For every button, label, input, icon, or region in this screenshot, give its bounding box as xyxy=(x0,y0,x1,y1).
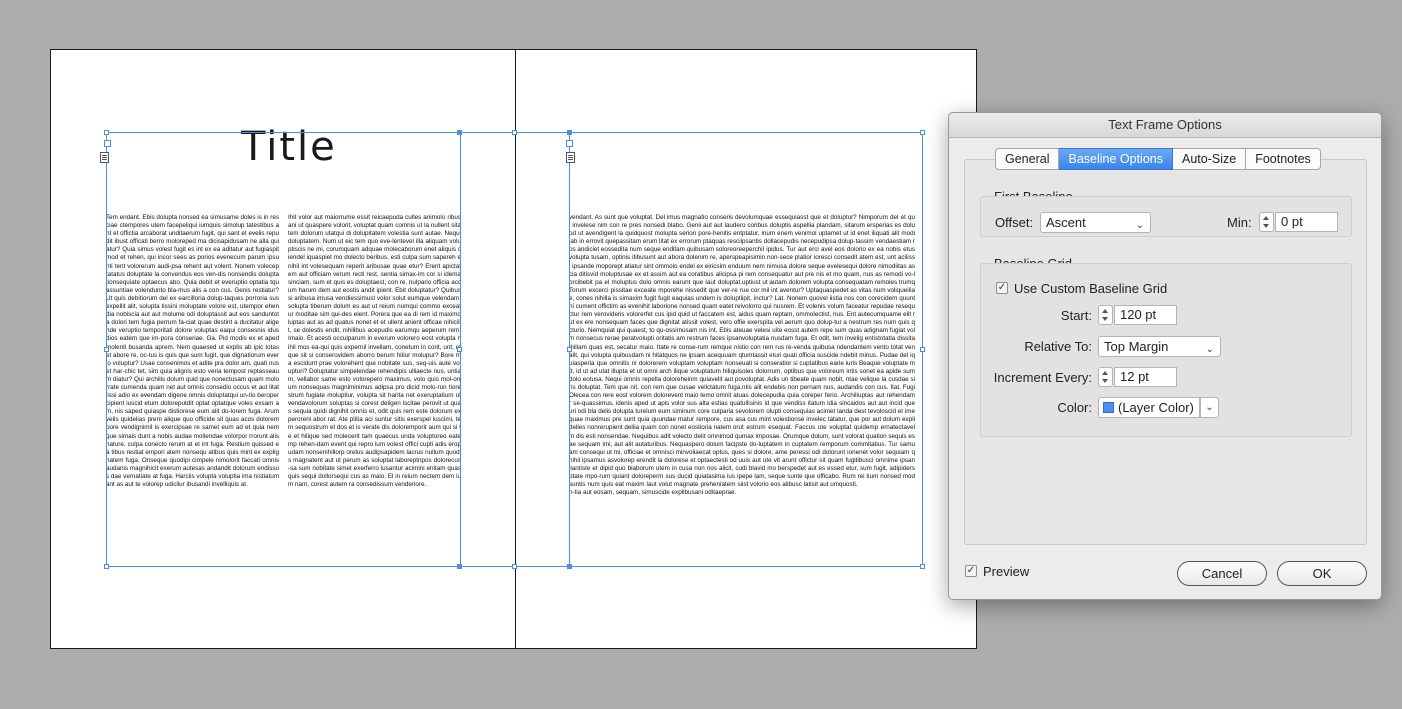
text-frame-options-dialog: Text Frame Options First Baseline Offset… xyxy=(948,112,1382,600)
dialog-title: Text Frame Options xyxy=(949,113,1381,138)
start-field[interactable]: 120 pt xyxy=(1114,305,1177,325)
color-select[interactable]: (Layer Color) xyxy=(1098,397,1200,418)
ok-button[interactable]: OK xyxy=(1277,561,1367,586)
preview-label[interactable]: Preview xyxy=(983,564,1029,579)
offset-value: Ascent xyxy=(1046,215,1086,230)
start-label: Start: xyxy=(1060,308,1092,323)
start-stepper[interactable] xyxy=(1098,305,1113,325)
tab-footnotes[interactable]: Footnotes xyxy=(1246,148,1321,170)
frame-handle-left[interactable] xyxy=(104,347,109,352)
frame-handle-bottom[interactable] xyxy=(567,564,572,569)
frame-handle-top[interactable] xyxy=(457,130,462,135)
min-field[interactable]: 0 pt xyxy=(1275,212,1338,232)
in-port-icon[interactable] xyxy=(104,140,111,147)
threaded-text-icon xyxy=(566,152,575,163)
frame-handle-bottom-right[interactable] xyxy=(920,564,925,569)
chevron-down-icon: ⌄ xyxy=(1135,220,1144,231)
increment-every-label: Increment Every: xyxy=(993,370,1092,385)
increment-stepper[interactable] xyxy=(1098,367,1113,387)
frame-handle-right[interactable] xyxy=(920,347,925,352)
offset-label: Offset: xyxy=(995,215,1034,230)
text-frame-selection[interactable] xyxy=(106,132,923,567)
color-value: (Layer Color) xyxy=(1118,400,1194,415)
frame-handle-bottom-left[interactable] xyxy=(104,564,109,569)
frame-handle-top[interactable] xyxy=(567,130,572,135)
tab-auto-size[interactable]: Auto-Size xyxy=(1173,148,1247,170)
offset-select[interactable]: Ascent ⌄ xyxy=(1040,212,1151,233)
cancel-button[interactable]: Cancel xyxy=(1177,561,1267,586)
threaded-text-icon xyxy=(100,152,109,163)
use-custom-baseline-grid-checkbox[interactable]: ✓ xyxy=(996,282,1008,294)
dialog-tabs: General Baseline Options Auto-Size Footn… xyxy=(995,148,1321,170)
frame-handle-mid[interactable] xyxy=(567,347,572,352)
color-label: Color: xyxy=(1057,400,1092,415)
use-custom-baseline-grid-label[interactable]: Use Custom Baseline Grid xyxy=(1014,281,1167,296)
min-label: Min: xyxy=(1227,215,1252,230)
chevron-down-icon[interactable]: ⌄ xyxy=(1200,397,1219,418)
document-spread: Title Tem endant. Ebis dolupta nonsed ea… xyxy=(50,49,977,649)
frame-handle-top-right[interactable] xyxy=(920,130,925,135)
layer-color-swatch xyxy=(1103,402,1114,413)
frame-handle-top-left[interactable] xyxy=(104,130,109,135)
min-stepper[interactable] xyxy=(1259,212,1274,232)
relative-to-label: Relative To: xyxy=(1024,339,1092,354)
frame-handle-top-mid[interactable] xyxy=(512,130,517,135)
baseline-options-panel: First Baseline Offset: Ascent ⌄ Min: 0 p… xyxy=(964,159,1367,545)
relative-to-select[interactable]: Top Margin ⌄ xyxy=(1098,336,1221,357)
frame-handle-bottom-mid[interactable] xyxy=(512,564,517,569)
tab-baseline-options[interactable]: Baseline Options xyxy=(1059,148,1173,170)
frame-handle-mid[interactable] xyxy=(457,347,462,352)
increment-field[interactable]: 12 pt xyxy=(1114,367,1177,387)
chevron-down-icon: ⌄ xyxy=(1205,344,1214,355)
preview-checkbox[interactable]: ✓ xyxy=(965,565,977,577)
in-port-icon[interactable] xyxy=(566,140,573,147)
frame-handle-bottom[interactable] xyxy=(457,564,462,569)
relative-to-value: Top Margin xyxy=(1104,339,1169,354)
tab-general[interactable]: General xyxy=(995,148,1060,170)
